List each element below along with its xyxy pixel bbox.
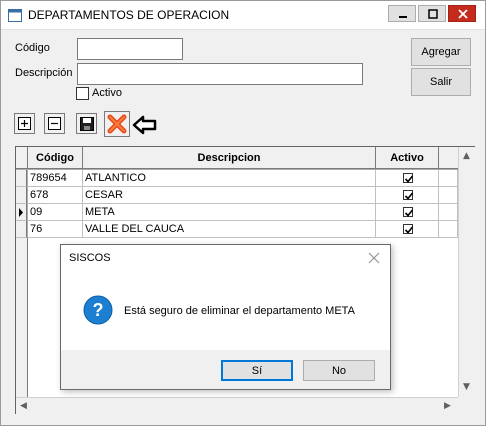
cell-descripcion[interactable]: VALLE DEL CAUCA	[83, 221, 376, 238]
cell-spare	[439, 204, 458, 221]
scroll-up-icon[interactable]: ▲	[463, 151, 470, 161]
cell-spare	[439, 221, 458, 238]
scroll-left-icon[interactable]: ◀	[20, 401, 27, 411]
cell-codigo[interactable]: 789654	[28, 170, 83, 187]
grid-header: Código Descripcion Activo	[16, 147, 458, 169]
add-row-button[interactable]	[14, 113, 35, 134]
scroll-right-icon[interactable]: ▶	[444, 401, 451, 411]
column-header-descripcion[interactable]: Descripcion	[83, 147, 376, 169]
vertical-scrollbar[interactable]: ▲ ▼	[458, 147, 475, 397]
add-row-icon	[18, 117, 31, 130]
check-icon	[404, 175, 414, 183]
dialog-title: SISCOS	[69, 252, 111, 264]
activo-checkbox-checked[interactable]	[403, 207, 414, 217]
cell-descripcion[interactable]: META	[83, 204, 376, 221]
maximize-icon	[428, 9, 438, 19]
cell-spare	[439, 170, 458, 187]
cell-activo[interactable]	[376, 170, 439, 187]
no-button[interactable]: No	[303, 360, 375, 381]
cell-descripcion[interactable]: CESAR	[83, 187, 376, 204]
close-icon	[458, 9, 468, 19]
cell-descripcion[interactable]: ATLANTICO	[83, 170, 376, 187]
cell-codigo[interactable]: 09	[28, 204, 83, 221]
dialog-close-icon[interactable]	[368, 252, 380, 264]
yes-button[interactable]: Sí	[221, 360, 293, 381]
save-icon	[79, 116, 94, 131]
descripcion-field[interactable]	[77, 63, 363, 85]
activo-checkbox-checked[interactable]	[403, 173, 414, 183]
descripcion-label: Descripción	[15, 67, 73, 79]
cell-codigo[interactable]: 76	[28, 221, 83, 238]
arrow-left-icon	[132, 115, 157, 135]
codigo-field[interactable]	[77, 38, 183, 60]
check-icon	[404, 209, 414, 217]
column-header-activo[interactable]: Activo	[376, 147, 439, 169]
dialog-title-bar[interactable]: SISCOS	[61, 245, 390, 271]
activo-label: Activo	[92, 87, 122, 99]
horizontal-scrollbar[interactable]: ◀ ▶	[16, 397, 458, 414]
dialog-message: Está seguro de eliminar el departamento …	[124, 305, 355, 317]
cell-spare	[439, 187, 458, 204]
current-row-icon	[19, 208, 23, 217]
minimize-icon	[399, 16, 407, 18]
confirm-dialog: SISCOS ? Está seguro de eliminar el depa…	[60, 244, 391, 390]
remove-row-button[interactable]	[44, 113, 65, 134]
row-selector[interactable]	[16, 187, 27, 204]
cell-activo[interactable]	[376, 204, 439, 221]
salir-button[interactable]: Salir	[411, 68, 471, 96]
svg-text:?: ?	[93, 300, 104, 320]
app-icon	[8, 9, 22, 22]
delete-icon	[107, 114, 127, 134]
maximize-button[interactable]	[418, 5, 446, 22]
agregar-button[interactable]: Agregar	[411, 38, 471, 66]
column-header-codigo[interactable]: Código	[28, 147, 83, 169]
activo-checkbox-checked[interactable]	[403, 224, 414, 234]
activo-checkbox[interactable]	[76, 87, 89, 100]
minimize-button[interactable]	[388, 5, 416, 22]
window-title: DEPARTAMENTOS DE OPERACION	[28, 8, 230, 22]
cell-activo[interactable]	[376, 187, 439, 204]
main-window: DEPARTAMENTOS DE OPERACION Código Descri…	[0, 0, 486, 426]
row-selector-header	[16, 147, 28, 169]
question-icon: ?	[83, 295, 113, 325]
check-icon	[404, 226, 414, 234]
row-selector-current[interactable]	[16, 204, 27, 221]
row-selector[interactable]	[16, 221, 27, 238]
check-icon	[404, 192, 414, 200]
activo-checkbox-checked[interactable]	[403, 190, 414, 200]
remove-row-icon	[48, 117, 61, 130]
close-button[interactable]	[448, 5, 476, 22]
column-header-spare	[439, 147, 458, 169]
cell-codigo[interactable]: 678	[28, 187, 83, 204]
row-selector-column	[16, 238, 28, 397]
scrollbar-corner	[458, 397, 475, 414]
codigo-label: Código	[15, 42, 50, 54]
dialog-message-area: ? Está seguro de eliminar el departament…	[61, 271, 390, 350]
row-selector[interactable]	[16, 170, 27, 187]
title-bar[interactable]: DEPARTAMENTOS DE OPERACION	[1, 1, 485, 30]
save-button[interactable]	[76, 113, 97, 134]
cell-activo[interactable]	[376, 221, 439, 238]
delete-button[interactable]	[104, 111, 130, 137]
scroll-down-icon[interactable]: ▼	[463, 382, 470, 392]
